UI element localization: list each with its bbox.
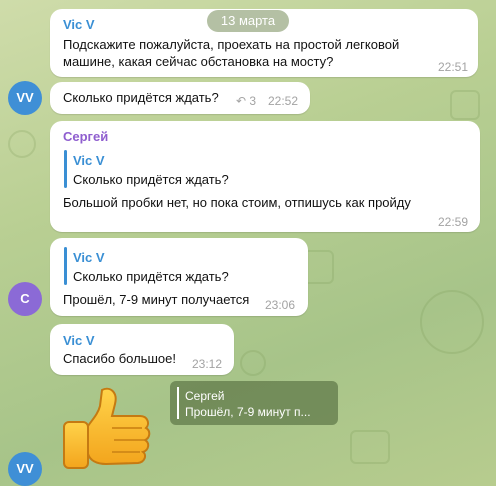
quote-bar: [64, 247, 67, 285]
message-sender[interactable]: Vic V: [63, 333, 95, 348]
message-text: Сколько придётся ждать?: [63, 90, 219, 105]
avatar[interactable]: VV: [8, 81, 42, 115]
quote-author[interactable]: Vic V: [73, 250, 105, 265]
avatar[interactable]: VV: [8, 452, 42, 486]
replies-counter[interactable]: ↶ 3: [236, 94, 256, 108]
quote-bar: [177, 387, 179, 419]
thumbs-up-sticker-icon[interactable]: [60, 382, 152, 478]
message-time: 22:52: [268, 94, 299, 108]
message-text: машине, какая сейчас обстановка на мосту…: [63, 54, 334, 69]
message-time: 22:51: [438, 60, 469, 74]
message-text: Прошёл, 7-9 минут получается: [63, 292, 250, 307]
quote-text[interactable]: Сколько придётся ждать?: [73, 269, 229, 284]
sticker-reply-preview[interactable]: Сергей Прошёл, 7-9 минут п...: [170, 381, 338, 425]
wallpaper-doodle: [450, 90, 480, 120]
wallpaper-doodle: [420, 290, 484, 354]
reply-arrow-icon: ↶: [236, 94, 247, 108]
reply-preview-author: Сергей: [185, 389, 225, 403]
message-time: 23:06: [265, 298, 296, 312]
quote-text[interactable]: Сколько придётся ждать?: [73, 172, 229, 187]
wallpaper-doodle: [240, 350, 266, 376]
quote-author[interactable]: Vic V: [73, 153, 105, 168]
message-sender[interactable]: Vic V: [63, 17, 95, 32]
wallpaper-doodle: [8, 130, 36, 158]
date-separator: 13 марта: [207, 10, 289, 32]
wallpaper-doodle: [350, 430, 390, 464]
quote-bar: [64, 150, 67, 188]
message-sender[interactable]: Сергей: [63, 129, 108, 144]
message-text: Большой пробки нет, но пока стоим, отпиш…: [63, 195, 411, 210]
message-time: 22:59: [438, 215, 469, 229]
avatar[interactable]: С: [8, 282, 42, 316]
reply-preview-text: Прошёл, 7-9 минут п...: [185, 405, 311, 419]
message-text: Спасибо большое!: [63, 351, 176, 366]
message-time: 23:12: [192, 357, 223, 371]
